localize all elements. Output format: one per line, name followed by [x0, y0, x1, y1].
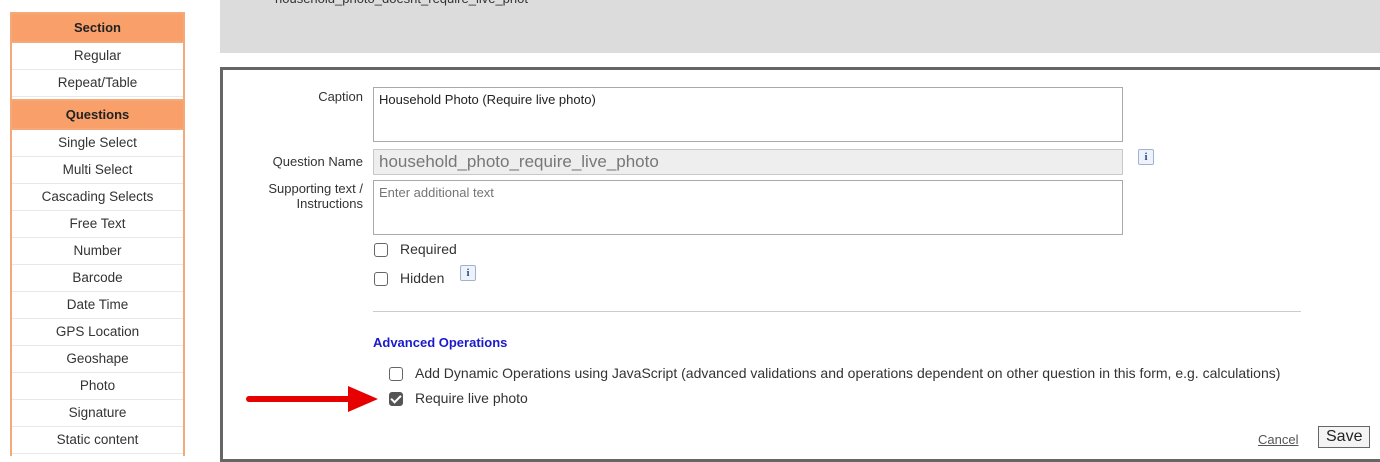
previous-question-name: household_photo_doesnt_require_live_phot: [275, 0, 528, 6]
section-divider: [373, 311, 1301, 312]
palette-item-free-text[interactable]: Free Text: [12, 211, 183, 238]
require-live-photo-label: Require live photo: [415, 390, 528, 406]
supporting-text-label-line1: Supporting text /: [268, 181, 363, 196]
caption-input[interactable]: Household Photo (Require live photo): [373, 87, 1123, 142]
palette-item-cascading-selects[interactable]: Cascading Selects: [12, 184, 183, 211]
supporting-text-label-line2: Instructions: [296, 196, 363, 211]
annotation-arrow-icon: [246, 386, 378, 412]
palette-item-geoshape[interactable]: Geoshape: [12, 346, 183, 373]
palette-item-gps-location[interactable]: GPS Location: [12, 319, 183, 346]
advanced-operations-title: Advanced Operations: [373, 335, 508, 350]
previous-question-band: household_photo_doesnt_require_live_phot: [220, 0, 1380, 53]
dynamic-operations-checkbox[interactable]: [389, 367, 403, 381]
palette-item-photo[interactable]: Photo: [12, 373, 183, 400]
questions-header: Questions: [12, 99, 183, 130]
dynamic-operations-label: Add Dynamic Operations using JavaScript …: [415, 365, 1281, 381]
question-palette: Section Regular Repeat/Table Questions S…: [10, 12, 185, 456]
palette-item-number[interactable]: Number: [12, 238, 183, 265]
palette-item-repeat-table[interactable]: Repeat/Table: [12, 70, 183, 97]
palette-item-static-content[interactable]: Static content: [12, 427, 183, 454]
require-live-photo-checkbox[interactable]: [389, 392, 403, 406]
cancel-link[interactable]: Cancel: [1258, 432, 1298, 447]
supporting-text-input[interactable]: [373, 180, 1123, 235]
hidden-info-icon[interactable]: i: [460, 265, 476, 281]
palette-item-regular[interactable]: Regular: [12, 43, 183, 70]
palette-item-date-time[interactable]: Date Time: [12, 292, 183, 319]
required-label: Required: [400, 241, 457, 257]
save-button[interactable]: Save: [1318, 426, 1371, 448]
hidden-label: Hidden: [400, 270, 445, 286]
caption-label: Caption: [318, 89, 363, 104]
hidden-checkbox[interactable]: [374, 272, 388, 286]
palette-item-multi-select[interactable]: Multi Select: [12, 157, 183, 184]
question-name-input[interactable]: [373, 149, 1123, 175]
supporting-text-label: Supporting text / Instructions: [223, 181, 363, 211]
question-name-info-icon[interactable]: i: [1138, 149, 1154, 165]
palette-item-signature[interactable]: Signature: [12, 400, 183, 427]
required-checkbox[interactable]: [374, 243, 388, 257]
palette-item-single-select[interactable]: Single Select: [12, 130, 183, 157]
question-editor: Caption Household Photo (Require live ph…: [220, 67, 1380, 462]
question-name-label: Question Name: [272, 154, 363, 169]
palette-item-barcode[interactable]: Barcode: [12, 265, 183, 292]
section-header: Section: [12, 14, 183, 43]
